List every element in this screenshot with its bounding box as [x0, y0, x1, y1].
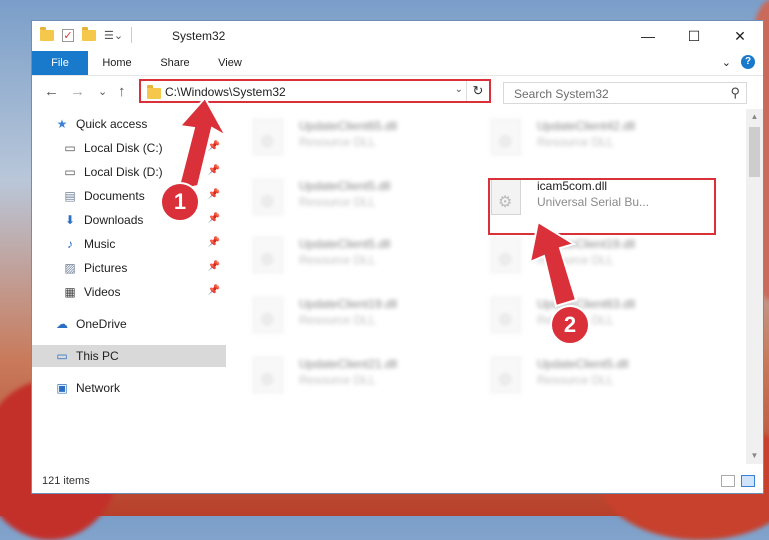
callout-step-1: 1 [160, 182, 200, 222]
annotation-arrows [176, 96, 578, 308]
arrow-to-dll-file [528, 220, 578, 308]
arrow-to-address-bar [176, 96, 229, 192]
callout-step-2: 2 [550, 305, 590, 345]
